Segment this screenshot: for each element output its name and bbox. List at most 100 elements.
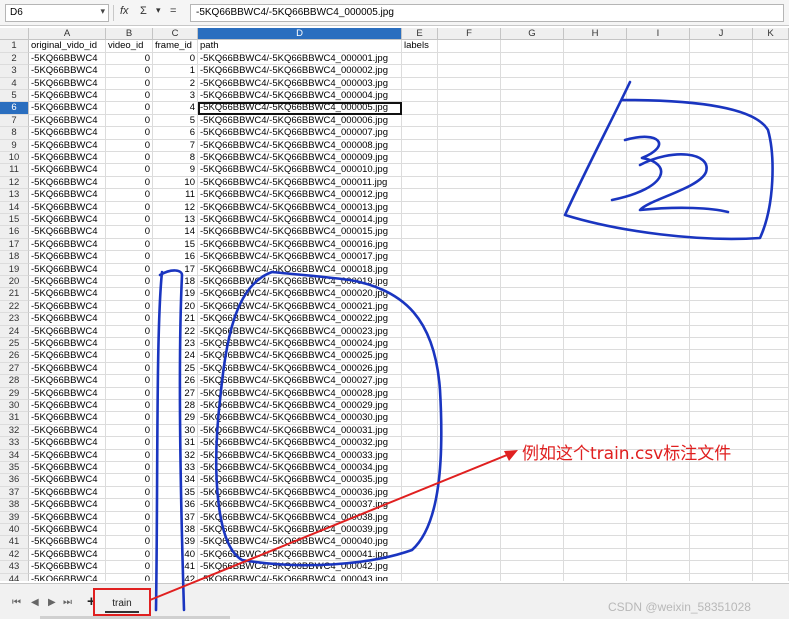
empty-cell[interactable] (753, 201, 789, 214)
cell-original-vido-id[interactable]: -5KQ66BBWC4 (29, 114, 106, 128)
empty-cell[interactable] (501, 251, 564, 264)
empty-cell[interactable] (402, 424, 438, 438)
row-header[interactable]: 30 (0, 400, 29, 413)
empty-cell[interactable] (627, 474, 690, 487)
cell-frame-id[interactable]: 31 (153, 437, 198, 450)
cell-original-vido-id[interactable]: -5KQ66BBWC4 (29, 362, 106, 376)
empty-cell[interactable] (753, 238, 789, 252)
cell-original-vido-id[interactable]: -5KQ66BBWC4 (29, 139, 106, 152)
row-header[interactable]: 36 (0, 474, 29, 487)
header-cell-a[interactable]: original_vido_id (29, 40, 106, 53)
cell-frame-id[interactable]: 26 (153, 375, 198, 388)
row-header[interactable]: 38 (0, 499, 29, 512)
cell-video-id[interactable]: 0 (106, 313, 153, 326)
empty-cell[interactable] (753, 52, 789, 66)
row-header[interactable]: 9 (0, 139, 29, 152)
cell-video-id[interactable]: 0 (106, 288, 153, 301)
empty-cell[interactable] (501, 511, 564, 524)
empty-cell[interactable] (402, 511, 438, 524)
empty-cell[interactable] (501, 90, 564, 103)
empty-cell[interactable] (564, 226, 627, 239)
empty-cell[interactable] (438, 313, 501, 326)
empty-cell[interactable] (402, 276, 438, 289)
cell-frame-id[interactable]: 22 (153, 325, 198, 338)
empty-cell[interactable] (753, 338, 789, 351)
sheet-tab-train[interactable]: train (93, 588, 151, 616)
empty-cell[interactable] (753, 313, 789, 326)
cell-frame-id[interactable]: 0 (153, 52, 198, 66)
empty-cell[interactable] (564, 152, 627, 165)
empty-cell[interactable] (690, 238, 753, 252)
empty-cell[interactable] (501, 263, 564, 276)
empty-cell[interactable] (753, 437, 789, 450)
cell-video-id[interactable]: 0 (106, 251, 153, 264)
cell-video-id[interactable]: 0 (106, 65, 153, 78)
empty-cell[interactable] (753, 350, 789, 363)
empty-cell[interactable] (627, 350, 690, 363)
row-header[interactable]: 23 (0, 313, 29, 326)
empty-cell[interactable] (690, 139, 753, 152)
cell-frame-id[interactable]: 13 (153, 214, 198, 227)
cell-path[interactable]: -5KQ66BBWC4/-5KQ66BBWC4_000012.jpg (198, 189, 402, 202)
empty-cell[interactable] (753, 189, 789, 202)
cell-frame-id[interactable]: 21 (153, 313, 198, 326)
cell-video-id[interactable]: 0 (106, 127, 153, 140)
empty-cell[interactable] (690, 424, 753, 438)
cell-original-vido-id[interactable]: -5KQ66BBWC4 (29, 52, 106, 66)
empty-cell[interactable] (438, 412, 501, 425)
empty-cell[interactable] (627, 400, 690, 413)
empty-cell[interactable] (753, 164, 789, 177)
empty-cell[interactable] (501, 313, 564, 326)
empty-cell[interactable] (402, 338, 438, 351)
cell-frame-id[interactable]: 32 (153, 449, 198, 462)
cell-original-vido-id[interactable]: -5KQ66BBWC4 (29, 573, 106, 581)
empty-cell[interactable] (627, 548, 690, 562)
empty-cell[interactable] (690, 189, 753, 202)
cell-original-vido-id[interactable]: -5KQ66BBWC4 (29, 127, 106, 140)
cell-original-vido-id[interactable]: -5KQ66BBWC4 (29, 90, 106, 103)
cell-original-vido-id[interactable]: -5KQ66BBWC4 (29, 201, 106, 214)
cell-path[interactable]: -5KQ66BBWC4/-5KQ66BBWC4_000009.jpg (198, 152, 402, 165)
row-header[interactable]: 8 (0, 127, 29, 140)
empty-cell[interactable] (438, 424, 501, 438)
empty-cell[interactable] (438, 462, 501, 475)
empty-cell[interactable] (627, 102, 690, 115)
empty-cell[interactable] (564, 412, 627, 425)
cell-path[interactable]: -5KQ66BBWC4/-5KQ66BBWC4_000011.jpg (198, 176, 402, 190)
cell-path[interactable]: -5KQ66BBWC4/-5KQ66BBWC4_000023.jpg (198, 325, 402, 338)
cell-video-id[interactable]: 0 (106, 139, 153, 152)
cell-path[interactable]: -5KQ66BBWC4/-5KQ66BBWC4_000015.jpg (198, 226, 402, 239)
cell-path[interactable]: -5KQ66BBWC4/-5KQ66BBWC4_000032.jpg (198, 437, 402, 450)
empty-cell[interactable] (690, 176, 753, 190)
cell-frame-id[interactable]: 16 (153, 251, 198, 264)
cell-path[interactable]: -5KQ66BBWC4/-5KQ66BBWC4_000008.jpg (198, 139, 402, 152)
row-header[interactable]: 5 (0, 90, 29, 103)
empty-cell[interactable] (753, 139, 789, 152)
empty-cell[interactable] (564, 127, 627, 140)
cell-video-id[interactable]: 0 (106, 474, 153, 487)
empty-cell[interactable] (438, 300, 501, 314)
cell-original-vido-id[interactable]: -5KQ66BBWC4 (29, 536, 106, 549)
empty-cell[interactable] (438, 573, 501, 581)
cell-original-vido-id[interactable]: -5KQ66BBWC4 (29, 462, 106, 475)
cell-frame-id[interactable]: 24 (153, 350, 198, 363)
empty-cell[interactable] (690, 102, 753, 115)
empty-cell[interactable] (501, 77, 564, 90)
cell-frame-id[interactable]: 36 (153, 499, 198, 512)
empty-cell[interactable] (438, 65, 501, 78)
column-header-g[interactable]: G (501, 28, 564, 41)
empty-cell[interactable] (627, 65, 690, 78)
column-header-j[interactable]: J (690, 28, 753, 41)
empty-cell[interactable] (501, 536, 564, 549)
cell-original-vido-id[interactable]: -5KQ66BBWC4 (29, 300, 106, 314)
empty-cell[interactable] (564, 52, 627, 66)
column-header-i[interactable]: I (627, 28, 690, 41)
column-header-h[interactable]: H (564, 28, 627, 41)
empty-cell[interactable] (564, 176, 627, 190)
empty-cell[interactable] (564, 263, 627, 276)
empty-cell[interactable] (627, 325, 690, 338)
row-header[interactable]: 2 (0, 52, 29, 66)
cell-original-vido-id[interactable]: -5KQ66BBWC4 (29, 437, 106, 450)
cell-original-vido-id[interactable]: -5KQ66BBWC4 (29, 313, 106, 326)
cell-path[interactable]: -5KQ66BBWC4/-5KQ66BBWC4_000035.jpg (198, 474, 402, 487)
